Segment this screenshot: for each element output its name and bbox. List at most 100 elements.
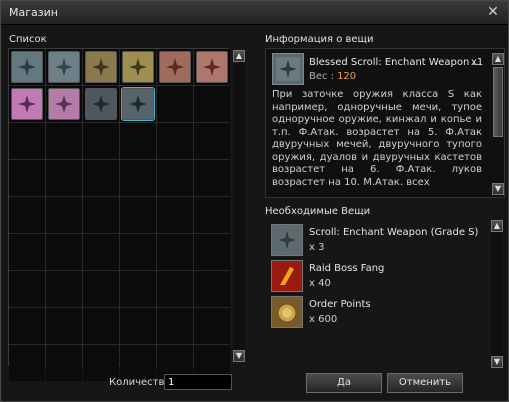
grid-slot[interactable] (9, 160, 45, 196)
grid-slot[interactable] (46, 308, 82, 344)
grid-slot[interactable] (46, 160, 82, 196)
scroll-dark-selected-icon[interactable] (121, 87, 155, 121)
scroll-blue-2-icon[interactable] (48, 51, 80, 83)
grid-slot[interactable] (46, 197, 82, 233)
req-scroll-up-icon[interactable]: ▲ (491, 220, 503, 232)
item-quantity: x1 (471, 57, 484, 68)
grid-slot[interactable] (83, 49, 119, 85)
required-item-count: x 40 (309, 278, 331, 289)
grid-slot[interactable] (83, 86, 119, 122)
grid-slot[interactable] (157, 308, 193, 344)
info-label: Информация о вещи (265, 34, 374, 45)
grid-slot[interactable] (83, 234, 119, 270)
grid-slot[interactable] (83, 123, 119, 159)
grid-slot[interactable] (9, 197, 45, 233)
cancel-button[interactable]: Отменить (387, 373, 463, 393)
item-name: Blessed Scroll: Enchant Weapon .. (309, 57, 479, 68)
grid-slot[interactable] (46, 345, 82, 381)
grid-slot[interactable] (83, 345, 119, 381)
grid-slot[interactable] (46, 123, 82, 159)
quantity-input[interactable] (164, 374, 232, 390)
grid-slot[interactable] (157, 86, 193, 122)
grid-slot[interactable] (120, 197, 156, 233)
weight-label: Вес : (309, 71, 335, 82)
scroll-dark-1-icon[interactable] (85, 88, 117, 120)
scroll-blue-1-icon[interactable] (11, 51, 43, 83)
scroll-gold-2-icon[interactable] (122, 51, 154, 83)
required-item[interactable]: Order Points x 600 (271, 296, 491, 330)
grid-slot[interactable] (157, 123, 193, 159)
grid-slot[interactable] (157, 271, 193, 307)
grid-slot[interactable] (46, 234, 82, 270)
required-items-list: Scroll: Enchant Weapon (Grade S) x 3 Raid … (265, 221, 505, 369)
item-description: При заточке оружия класса S как например… (272, 89, 482, 188)
required-scrollbar[interactable]: ▲ ▼ (491, 220, 503, 368)
info-scroll-down-icon[interactable]: ▼ (492, 183, 504, 195)
item-weight: Вес :120 (309, 71, 356, 82)
grid-slot[interactable] (194, 234, 230, 270)
grid-slot[interactable] (194, 271, 230, 307)
scroll-pink-1-icon[interactable] (11, 88, 43, 120)
ok-button[interactable]: Да (306, 373, 382, 393)
grid-slot[interactable] (9, 86, 45, 122)
fang-icon (271, 260, 303, 292)
scroll-gold-1-icon[interactable] (85, 51, 117, 83)
grid-slot[interactable] (120, 123, 156, 159)
required-item[interactable]: Scroll: Enchant Weapon (Grade S) x 3 (271, 224, 491, 258)
grid-slot[interactable] (120, 345, 156, 381)
scroll-red-2-icon[interactable] (196, 51, 228, 83)
grid-slot[interactable] (120, 160, 156, 196)
grid-slot[interactable] (46, 271, 82, 307)
scroll-red-1-icon[interactable] (159, 51, 191, 83)
grid-slot[interactable] (46, 86, 82, 122)
required-item-name: Scroll: Enchant Weapon (Grade S) (309, 227, 479, 238)
grid-slot[interactable] (157, 49, 193, 85)
close-icon[interactable]: ✕ (486, 4, 500, 20)
grid-slot[interactable] (83, 271, 119, 307)
weight-value: 120 (337, 71, 357, 82)
list-label: Список (9, 34, 47, 45)
info-scroll-up-icon[interactable]: ▲ (492, 53, 504, 65)
grid-slot[interactable] (194, 86, 230, 122)
required-label: Необходимые Вещи (265, 206, 371, 217)
grid-slot[interactable] (194, 49, 230, 85)
grid-slot[interactable] (157, 197, 193, 233)
required-item[interactable]: Raid Boss Fang x 40 (271, 260, 491, 294)
grid-slot[interactable] (120, 86, 156, 122)
item-grid (8, 48, 230, 381)
scroll-down-icon[interactable]: ▼ (233, 350, 245, 362)
grid-slot[interactable] (9, 123, 45, 159)
title-bar[interactable]: Магазин ✕ (1, 1, 508, 25)
grid-slot[interactable] (120, 271, 156, 307)
window-title: Магазин (9, 6, 58, 19)
grid-slot[interactable] (83, 308, 119, 344)
scroll-pink-2-icon[interactable] (48, 88, 80, 120)
list-scrollbar[interactable]: ▲ ▼ (233, 50, 245, 362)
grid-slot[interactable] (194, 308, 230, 344)
info-scroll-thumb[interactable] (493, 67, 503, 137)
grid-slot[interactable] (157, 160, 193, 196)
quantity-label: Количество (109, 377, 171, 388)
grid-slot[interactable] (46, 49, 82, 85)
info-scrollbar[interactable]: ▲ ▼ (492, 53, 504, 195)
grid-slot[interactable] (83, 197, 119, 233)
grid-slot[interactable] (157, 234, 193, 270)
grid-slot[interactable] (9, 308, 45, 344)
grid-slot[interactable] (9, 49, 45, 85)
required-item-name: Raid Boss Fang (309, 263, 385, 274)
medal-icon (271, 296, 303, 328)
blessed-scroll-icon (272, 53, 304, 85)
grid-slot[interactable] (120, 49, 156, 85)
grid-slot[interactable] (9, 345, 45, 381)
grid-slot[interactable] (194, 197, 230, 233)
grid-slot[interactable] (194, 123, 230, 159)
grid-slot[interactable] (194, 160, 230, 196)
req-scroll-down-icon[interactable]: ▼ (491, 356, 503, 368)
grid-slot[interactable] (120, 308, 156, 344)
required-item-count: x 3 (309, 242, 325, 253)
grid-slot[interactable] (120, 234, 156, 270)
scroll-up-icon[interactable]: ▲ (233, 50, 245, 62)
grid-slot[interactable] (9, 271, 45, 307)
grid-slot[interactable] (9, 234, 45, 270)
grid-slot[interactable] (83, 160, 119, 196)
